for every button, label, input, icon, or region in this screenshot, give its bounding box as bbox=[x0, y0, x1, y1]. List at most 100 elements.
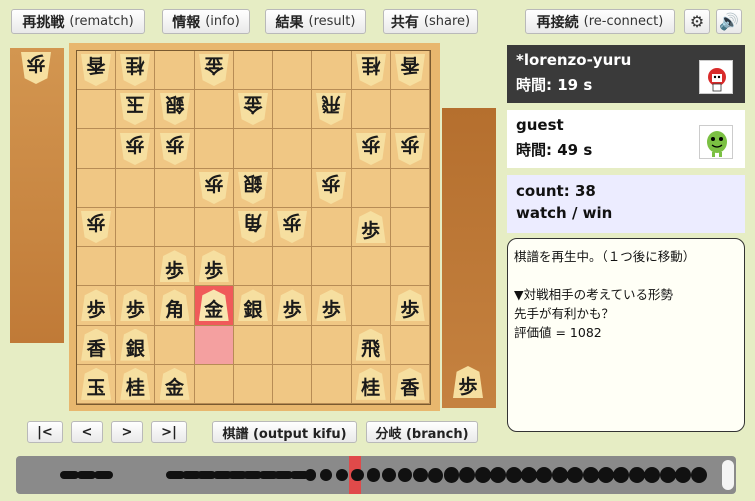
board-square[interactable] bbox=[312, 325, 352, 365]
sente-piece[interactable]: 飛 bbox=[355, 328, 386, 361]
gote-piece[interactable]: 桂 bbox=[356, 54, 386, 86]
board-square[interactable]: 玉 bbox=[77, 364, 117, 404]
board-square[interactable] bbox=[390, 247, 430, 287]
gote-hand-piece[interactable]: 歩 bbox=[21, 52, 51, 84]
gote-piece[interactable]: 角 bbox=[238, 211, 268, 243]
timeline-move-mark[interactable] bbox=[567, 467, 584, 483]
board-square[interactable]: 角 bbox=[233, 207, 274, 248]
sound-button[interactable]: 🔊 bbox=[716, 9, 742, 34]
gote-piece[interactable]: 歩 bbox=[277, 211, 307, 243]
sente-piece[interactable]: 銀 bbox=[120, 328, 151, 361]
sente-piece[interactable]: 玉 bbox=[81, 367, 112, 400]
board-square[interactable]: 飛 bbox=[351, 325, 391, 365]
board-square[interactable]: 歩 bbox=[116, 286, 156, 326]
board-square[interactable] bbox=[155, 207, 195, 248]
board-square[interactable]: 歩 bbox=[390, 286, 430, 326]
board-square[interactable]: 歩 bbox=[194, 247, 234, 287]
board-square[interactable]: 歩 bbox=[312, 286, 352, 326]
board-square[interactable]: 歩 bbox=[273, 207, 313, 248]
board-square[interactable] bbox=[273, 168, 313, 208]
board-square[interactable] bbox=[233, 364, 274, 404]
board-square[interactable] bbox=[155, 325, 195, 365]
board-square[interactable]: 金 bbox=[155, 364, 195, 404]
timeline-move-mark[interactable] bbox=[690, 467, 707, 483]
board-square[interactable]: 桂 bbox=[351, 51, 391, 91]
board-square[interactable] bbox=[351, 90, 391, 130]
timeline-move-mark[interactable] bbox=[366, 468, 380, 482]
board-square[interactable]: 桂 bbox=[116, 51, 156, 91]
last-move-button[interactable]: >| bbox=[151, 421, 187, 443]
board-square[interactable]: 歩 bbox=[194, 168, 234, 208]
gote-piece[interactable]: 歩 bbox=[81, 211, 111, 243]
board-square[interactable] bbox=[273, 247, 313, 287]
timeline-move-mark[interactable] bbox=[520, 467, 537, 483]
timeline-move-mark[interactable] bbox=[490, 467, 507, 483]
timeline-move-mark[interactable] bbox=[675, 467, 692, 483]
timeline-move-mark[interactable] bbox=[505, 467, 522, 483]
sente-piece[interactable]: 角 bbox=[159, 289, 190, 322]
timeline-move-mark[interactable] bbox=[459, 467, 476, 483]
sente-piece[interactable]: 歩 bbox=[81, 289, 112, 322]
board-square[interactable]: 金 bbox=[194, 51, 234, 91]
reconnect-button[interactable]: 再接続 (re-connect) bbox=[525, 9, 675, 34]
gote-piece[interactable]: 歩 bbox=[160, 133, 190, 165]
timeline-move-mark[interactable] bbox=[382, 468, 396, 482]
board-square[interactable] bbox=[390, 90, 430, 130]
timeline-move-mark[interactable] bbox=[413, 467, 428, 483]
board-square[interactable] bbox=[194, 325, 234, 365]
gote-piece[interactable]: 歩 bbox=[395, 133, 425, 165]
timeline-move-mark[interactable] bbox=[598, 467, 615, 483]
board-square[interactable]: 飛 bbox=[312, 90, 352, 130]
timeline-move-mark[interactable] bbox=[613, 467, 630, 483]
gote-piece[interactable]: 桂 bbox=[120, 54, 150, 86]
timeline-move-mark[interactable] bbox=[397, 467, 412, 483]
next-move-button[interactable]: > bbox=[111, 421, 143, 443]
gote-piece[interactable]: 香 bbox=[81, 54, 111, 86]
timeline-move-mark[interactable] bbox=[644, 467, 661, 483]
board-square[interactable] bbox=[312, 364, 352, 404]
board-square[interactable]: 歩 bbox=[116, 129, 156, 169]
board-square[interactable]: 香 bbox=[390, 364, 430, 404]
board-square[interactable] bbox=[351, 286, 391, 326]
info-button[interactable]: 情報 (info) bbox=[162, 9, 250, 34]
sente-piece[interactable]: 歩 bbox=[355, 210, 386, 243]
board-square[interactable] bbox=[233, 51, 274, 91]
sente-piece[interactable]: 香 bbox=[394, 367, 425, 400]
board-square[interactable]: 金 bbox=[233, 90, 274, 130]
board-square[interactable] bbox=[116, 207, 156, 248]
sente-piece[interactable]: 桂 bbox=[120, 367, 151, 400]
sente-hand-piece[interactable]: 歩 bbox=[453, 366, 483, 398]
timeline-move-mark[interactable] bbox=[551, 467, 568, 483]
board-square[interactable] bbox=[390, 325, 430, 365]
shogi-board[interactable]: 香桂金桂香玉銀金飛歩歩歩歩歩銀歩歩角歩歩歩歩歩歩角金銀歩歩歩香銀飛玉桂金桂香 bbox=[76, 50, 431, 405]
board-square[interactable] bbox=[155, 168, 195, 208]
board-square[interactable]: 歩 bbox=[312, 168, 352, 208]
sente-piece[interactable]: 歩 bbox=[316, 289, 347, 322]
gote-piece[interactable]: 香 bbox=[395, 54, 425, 86]
board-square[interactable]: 銀 bbox=[116, 325, 156, 365]
board-square[interactable] bbox=[116, 168, 156, 208]
board-square[interactable]: 香 bbox=[390, 51, 430, 91]
board-square[interactable] bbox=[77, 247, 117, 287]
gote-piece[interactable]: 歩 bbox=[356, 133, 386, 165]
board-square[interactable]: 歩 bbox=[155, 129, 195, 169]
board-square[interactable] bbox=[273, 51, 313, 91]
timeline-move-mark[interactable] bbox=[320, 469, 333, 481]
board-square[interactable] bbox=[312, 207, 352, 248]
timeline-move-mark[interactable] bbox=[536, 467, 553, 483]
sente-piece[interactable]: 金 bbox=[198, 289, 229, 322]
board-square[interactable] bbox=[273, 325, 313, 365]
board-square[interactable] bbox=[273, 129, 313, 169]
sente-piece[interactable]: 歩 bbox=[394, 289, 425, 322]
sente-piece[interactable]: 歩 bbox=[277, 289, 308, 322]
timeline-move-mark[interactable] bbox=[305, 469, 317, 481]
timeline-move-mark[interactable] bbox=[428, 467, 444, 483]
board-square[interactable] bbox=[77, 90, 117, 130]
gote-piece[interactable]: 玉 bbox=[120, 93, 150, 125]
board-square[interactable]: 歩 bbox=[351, 129, 391, 169]
board-square[interactable]: 歩 bbox=[155, 247, 195, 287]
gote-piece[interactable]: 銀 bbox=[160, 93, 190, 125]
rematch-button[interactable]: 再挑戦 (rematch) bbox=[11, 9, 145, 34]
sente-piece[interactable]: 桂 bbox=[355, 367, 386, 400]
sente-piece[interactable]: 歩 bbox=[198, 250, 229, 283]
